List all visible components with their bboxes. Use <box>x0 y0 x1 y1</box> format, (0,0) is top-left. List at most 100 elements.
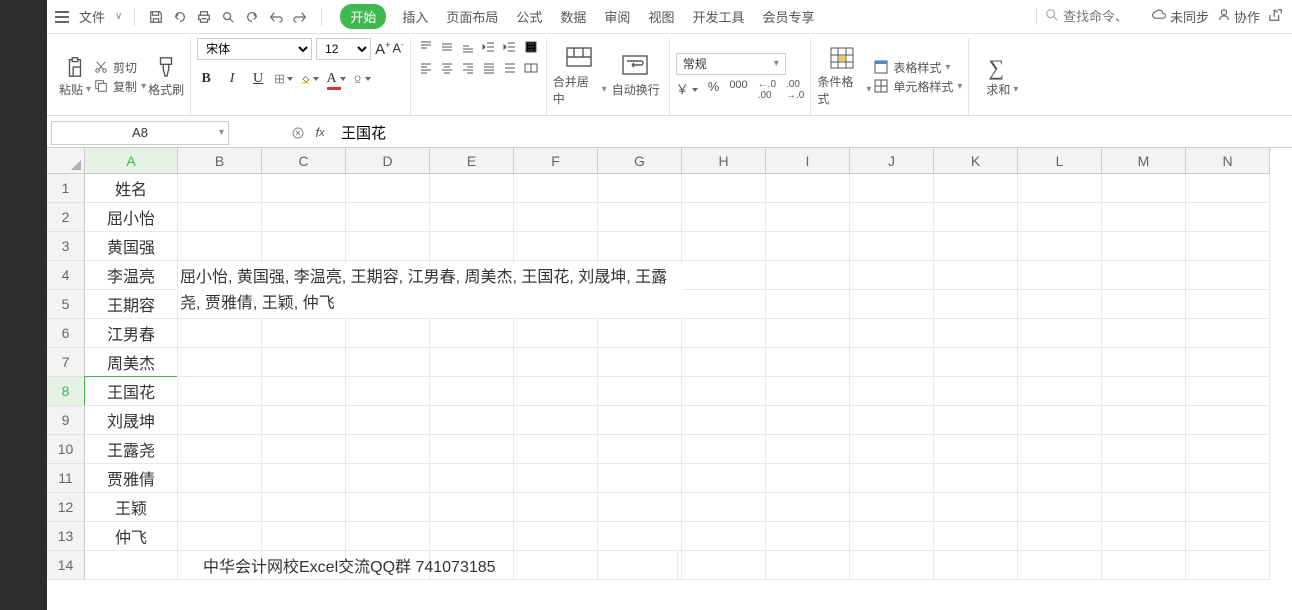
ribbon-tab-2[interactable]: 页面布局 <box>444 3 500 30</box>
row-header-9[interactable]: 9 <box>47 406 85 435</box>
cell[interactable] <box>850 203 934 232</box>
cell[interactable] <box>430 203 514 232</box>
cell[interactable] <box>178 377 262 406</box>
cell[interactable] <box>1018 232 1102 261</box>
share-button[interactable] <box>1268 8 1284 25</box>
cell[interactable] <box>1018 203 1102 232</box>
name-box[interactable]: A8 ▾ <box>51 121 229 145</box>
cell[interactable] <box>514 406 598 435</box>
cell[interactable] <box>346 203 430 232</box>
fill-color-button[interactable] <box>301 70 319 88</box>
col-header-K[interactable]: K <box>934 148 1018 174</box>
cell[interactable] <box>1186 551 1270 580</box>
cell[interactable] <box>1018 290 1102 319</box>
comma-button[interactable]: 000 <box>729 79 747 101</box>
row-header-6[interactable]: 6 <box>47 319 85 348</box>
indent-decrease-button[interactable] <box>480 38 498 56</box>
cell[interactable] <box>850 377 934 406</box>
font-color-button[interactable]: A <box>327 70 345 88</box>
cell[interactable] <box>850 493 934 522</box>
percent-button[interactable]: % <box>708 79 720 101</box>
cell[interactable] <box>1102 551 1186 580</box>
name-cell[interactable]: 王颖 <box>85 493 178 522</box>
cell[interactable] <box>262 319 346 348</box>
cell[interactable] <box>766 464 850 493</box>
row-header-14[interactable]: 14 <box>47 551 85 580</box>
currency-button[interactable]: ￥ <box>676 79 698 101</box>
row-header-12[interactable]: 12 <box>47 493 85 522</box>
cell[interactable] <box>514 348 598 377</box>
col-header-J[interactable]: J <box>850 148 934 174</box>
cell[interactable] <box>430 493 514 522</box>
joined-names-box[interactable]: 屈小怡, 黄国强, 李温亮, 王期容, 江男春, 周美杰, 王国花, 刘晟坤, … <box>178 263 682 318</box>
cancel-edit-icon[interactable] <box>289 124 307 142</box>
col-header-N[interactable]: N <box>1186 148 1270 174</box>
cell[interactable] <box>262 406 346 435</box>
back-icon[interactable] <box>267 8 285 26</box>
align-justify-button[interactable] <box>480 59 498 77</box>
cell[interactable] <box>262 174 346 203</box>
cell[interactable] <box>430 464 514 493</box>
col-header-G[interactable]: G <box>598 148 682 174</box>
cell[interactable] <box>682 406 766 435</box>
cell[interactable] <box>766 551 850 580</box>
cell[interactable] <box>766 232 850 261</box>
col-header-H[interactable]: H <box>682 148 766 174</box>
cell[interactable] <box>598 377 682 406</box>
col-header-I[interactable]: I <box>766 148 850 174</box>
cell[interactable] <box>262 464 346 493</box>
cell[interactable] <box>934 406 1018 435</box>
name-cell[interactable]: 王期容 <box>85 290 178 319</box>
cell[interactable] <box>1102 406 1186 435</box>
row-header-13[interactable]: 13 <box>47 522 85 551</box>
name-cell[interactable]: 江男春 <box>85 319 178 348</box>
merge-center-button[interactable]: 合并居中▾ <box>553 47 607 107</box>
cell[interactable] <box>430 435 514 464</box>
cell[interactable] <box>598 406 682 435</box>
cell[interactable] <box>178 493 262 522</box>
cell[interactable] <box>1186 406 1270 435</box>
row-header-2[interactable]: 2 <box>47 203 85 232</box>
conditional-format-button[interactable]: 条件格式▾ <box>817 47 871 107</box>
cell[interactable] <box>1186 232 1270 261</box>
col-header-E[interactable]: E <box>430 148 514 174</box>
cell[interactable] <box>934 348 1018 377</box>
cell[interactable] <box>682 261 766 290</box>
file-menu-dropdown[interactable]: ∨ <box>115 11 122 22</box>
print-icon[interactable] <box>195 8 213 26</box>
cell[interactable] <box>598 174 682 203</box>
active-cell-value[interactable]: 王国花 <box>85 377 178 406</box>
cell[interactable] <box>850 551 934 580</box>
cell[interactable] <box>346 319 430 348</box>
cell-area[interactable]: 姓名屈小怡黄国强李温亮王期容江男春周美杰王国花刘晟坤王露尧贾雅倩王颖仲飞中华会计… <box>85 174 1270 580</box>
cell[interactable] <box>430 348 514 377</box>
coop-button[interactable]: 协作 <box>1217 7 1260 26</box>
name-box-dropdown[interactable]: ▾ <box>219 127 224 138</box>
cell[interactable] <box>766 290 850 319</box>
cell[interactable] <box>85 551 178 580</box>
row-header-10[interactable]: 10 <box>47 435 85 464</box>
cell[interactable] <box>934 551 1018 580</box>
row-header-11[interactable]: 11 <box>47 464 85 493</box>
cell[interactable] <box>178 522 262 551</box>
sum-button[interactable]: ∑ 求和▾ <box>975 55 1029 98</box>
cell[interactable] <box>1018 522 1102 551</box>
font-size-select[interactable]: 12 <box>316 38 371 60</box>
cell[interactable] <box>682 493 766 522</box>
forward-icon[interactable] <box>291 8 309 26</box>
row-header-7[interactable]: 7 <box>47 348 85 377</box>
cell[interactable] <box>1102 319 1186 348</box>
cell[interactable] <box>850 348 934 377</box>
cell[interactable] <box>850 522 934 551</box>
cell[interactable] <box>682 464 766 493</box>
cell[interactable] <box>934 522 1018 551</box>
cell[interactable] <box>1186 522 1270 551</box>
autowrap-button[interactable]: 自动换行 <box>609 55 663 98</box>
cell[interactable] <box>934 464 1018 493</box>
cell[interactable] <box>682 319 766 348</box>
cell[interactable] <box>514 174 598 203</box>
cell[interactable] <box>346 174 430 203</box>
cell[interactable] <box>1102 174 1186 203</box>
cell[interactable] <box>598 232 682 261</box>
cell[interactable] <box>766 203 850 232</box>
